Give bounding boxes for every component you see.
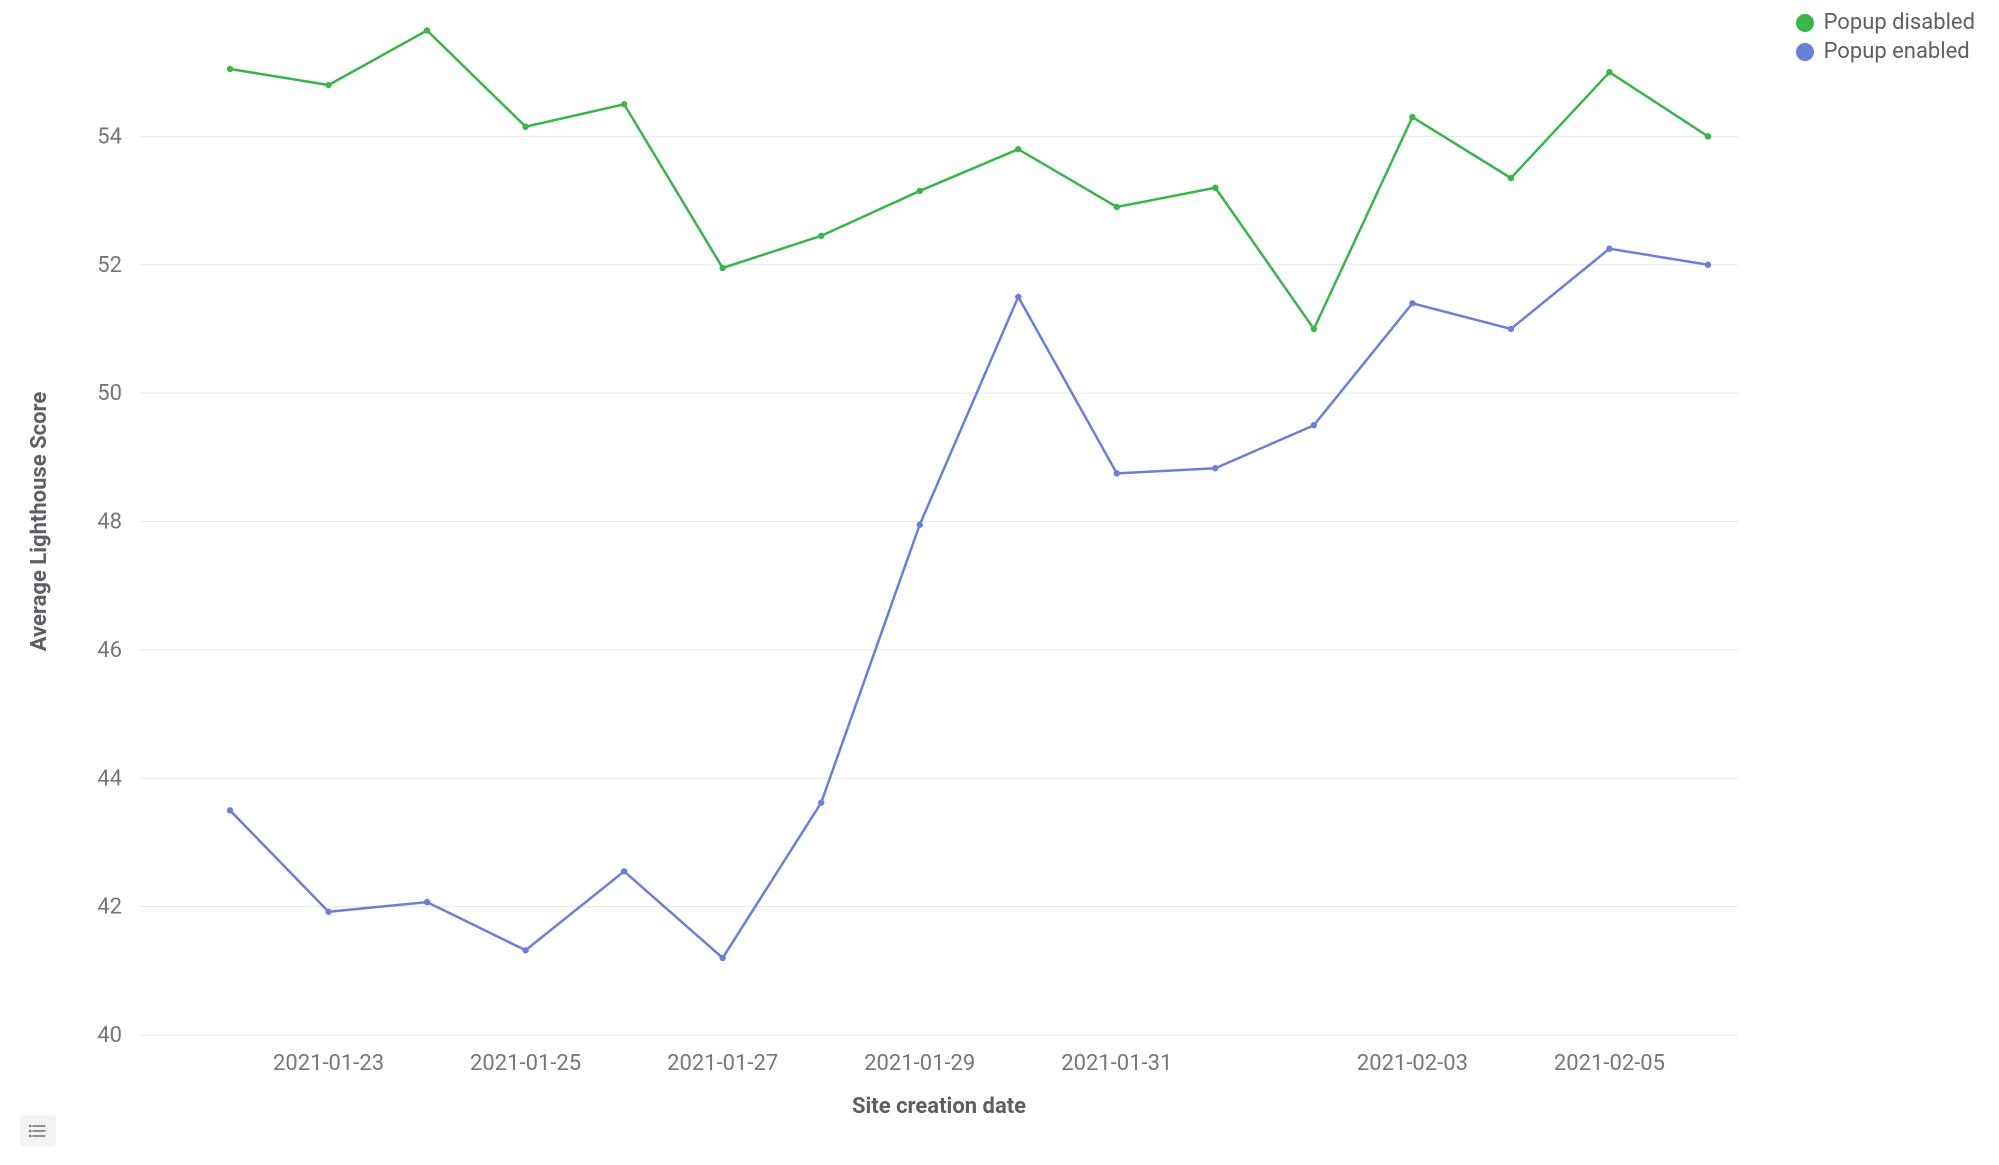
table-list-icon [29,1124,47,1138]
y-tick-label: 40 [97,1023,122,1048]
y-tick-label: 50 [97,381,122,406]
x-axis-title: Site creation date [852,1094,1026,1119]
legend-swatch-popup-disabled [1796,14,1814,32]
x-tick-label: 2021-01-23 [273,1051,384,1076]
y-tick-label: 52 [97,253,122,278]
series-line-0 [230,30,1708,328]
y-axis-title: Average Lighthouse Score [27,392,52,652]
data-point[interactable] [1508,326,1514,332]
data-point[interactable] [1015,146,1021,152]
data-point[interactable] [1409,114,1415,120]
data-point[interactable] [1212,185,1218,191]
data-point[interactable] [719,955,725,961]
data-point[interactable] [227,66,233,72]
data-point[interactable] [1705,262,1711,268]
data-point[interactable] [818,233,824,239]
x-tick-label: 2021-01-31 [1061,1051,1172,1076]
legend-item-popup-enabled[interactable]: Popup enabled [1796,39,1975,64]
x-tick-label: 2021-01-25 [470,1051,581,1076]
data-point[interactable] [325,909,331,915]
data-point[interactable] [621,868,627,874]
data-point[interactable] [719,265,725,271]
data-point[interactable] [1606,246,1612,252]
x-tick-label: 2021-01-27 [667,1051,778,1076]
legend: Popup disabled Popup enabled [1796,10,1975,68]
chart-svg: 40 42 44 46 48 50 52 54 2021-01-23 2021-01-25 2021… [0,0,1999,1165]
data-point[interactable] [1311,326,1317,332]
line-chart-container: 40 42 44 46 48 50 52 54 2021-01-23 2021-01-25 2021… [0,0,1999,1165]
data-point[interactable] [325,82,331,88]
data-table-button[interactable] [20,1115,56,1147]
y-tick-label: 44 [97,766,122,791]
x-tick-label: 2021-02-03 [1357,1051,1468,1076]
data-point[interactable] [1114,204,1120,210]
legend-label-popup-enabled: Popup enabled [1824,39,1970,64]
data-point[interactable] [227,807,233,813]
x-tick-label: 2021-01-29 [864,1051,975,1076]
data-point[interactable] [1311,422,1317,428]
data-point[interactable] [917,522,923,528]
data-point[interactable] [1606,69,1612,75]
y-tick-label: 54 [97,124,122,149]
y-tick-label: 42 [97,895,122,920]
series-line-1 [230,249,1708,958]
x-tick-label: 2021-02-05 [1554,1051,1665,1076]
legend-label-popup-disabled: Popup disabled [1824,10,1975,35]
legend-swatch-popup-enabled [1796,43,1814,61]
data-point[interactable] [1212,465,1218,471]
data-point[interactable] [522,124,528,130]
data-point[interactable] [424,899,430,905]
data-point[interactable] [522,947,528,953]
data-point[interactable] [424,27,430,33]
data-point[interactable] [1114,470,1120,476]
data-point[interactable] [917,188,923,194]
data-point[interactable] [1015,294,1021,300]
data-point[interactable] [621,101,627,107]
y-tick-label: 48 [97,510,122,535]
data-point[interactable] [818,799,824,805]
data-point[interactable] [1705,133,1711,139]
legend-item-popup-disabled[interactable]: Popup disabled [1796,10,1975,35]
data-point[interactable] [1409,300,1415,306]
data-point[interactable] [1508,175,1514,181]
y-tick-label: 46 [97,638,122,663]
